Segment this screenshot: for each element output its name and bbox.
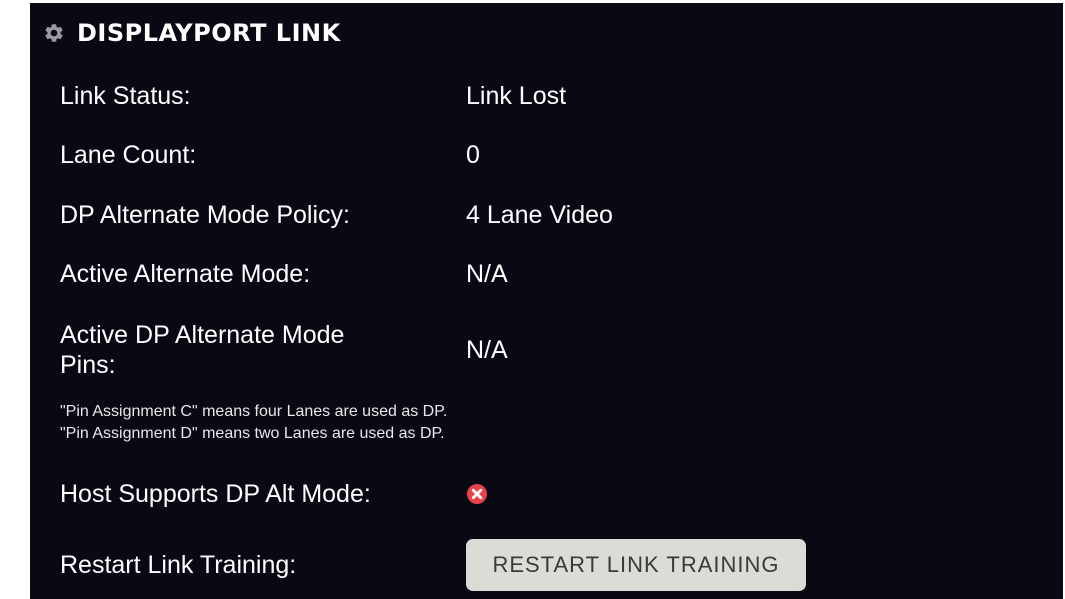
pin-assignment-note-c: "Pin Assignment C" means four Lanes are … — [60, 403, 448, 420]
row-lane-count: Lane Count: 0 — [60, 140, 1063, 170]
link-status-value: Link Lost — [466, 82, 567, 110]
link-status-label: Link Status: — [60, 82, 191, 110]
row-link-status: Link Status: Link Lost — [60, 81, 1063, 111]
restart-link-training-label: Restart Link Training: — [60, 551, 297, 579]
active-dp-alt-mode-pins-label: Active DP Alternate Mode Pins: — [60, 321, 345, 379]
displayport-link-panel: DISPLAYPORT LINK Link Status: Link Lost … — [30, 3, 1063, 599]
gear-icon — [45, 24, 63, 42]
row-host-supports-dp-alt-mode: Host Supports DP Alt Mode: — [60, 479, 1063, 509]
host-supports-dp-alt-mode-label: Host Supports DP Alt Mode: — [60, 480, 371, 508]
row-dp-alt-mode-policy: DP Alternate Mode Policy: 4 Lane Video — [60, 200, 1063, 230]
active-dp-alt-mode-pins-value: N/A — [466, 336, 508, 364]
panel-header: DISPLAYPORT LINK — [43, 17, 341, 49]
dp-alt-mode-policy-value: 4 Lane Video — [466, 201, 613, 229]
dp-alt-mode-policy-label: DP Alternate Mode Policy: — [60, 201, 350, 229]
row-active-alt-mode: Active Alternate Mode: N/A — [60, 259, 1063, 289]
lane-count-value: 0 — [466, 141, 480, 169]
lane-count-label: Lane Count: — [60, 141, 197, 169]
panel-title: DISPLAYPORT LINK — [77, 19, 341, 47]
pin-assignment-notes: "Pin Assignment C" means four Lanes are … — [60, 401, 447, 445]
row-active-dp-alt-mode-pins: Active DP Alternate Mode Pins: N/A — [60, 320, 1063, 380]
active-alt-mode-value: N/A — [466, 260, 508, 288]
active-alt-mode-label: Active Alternate Mode: — [60, 260, 311, 288]
restart-link-training-button[interactable]: RESTART LINK TRAINING — [466, 539, 806, 591]
pin-assignment-note-d: "Pin Assignment D" means two Lanes are u… — [60, 425, 445, 442]
error-circle-icon — [467, 484, 487, 504]
